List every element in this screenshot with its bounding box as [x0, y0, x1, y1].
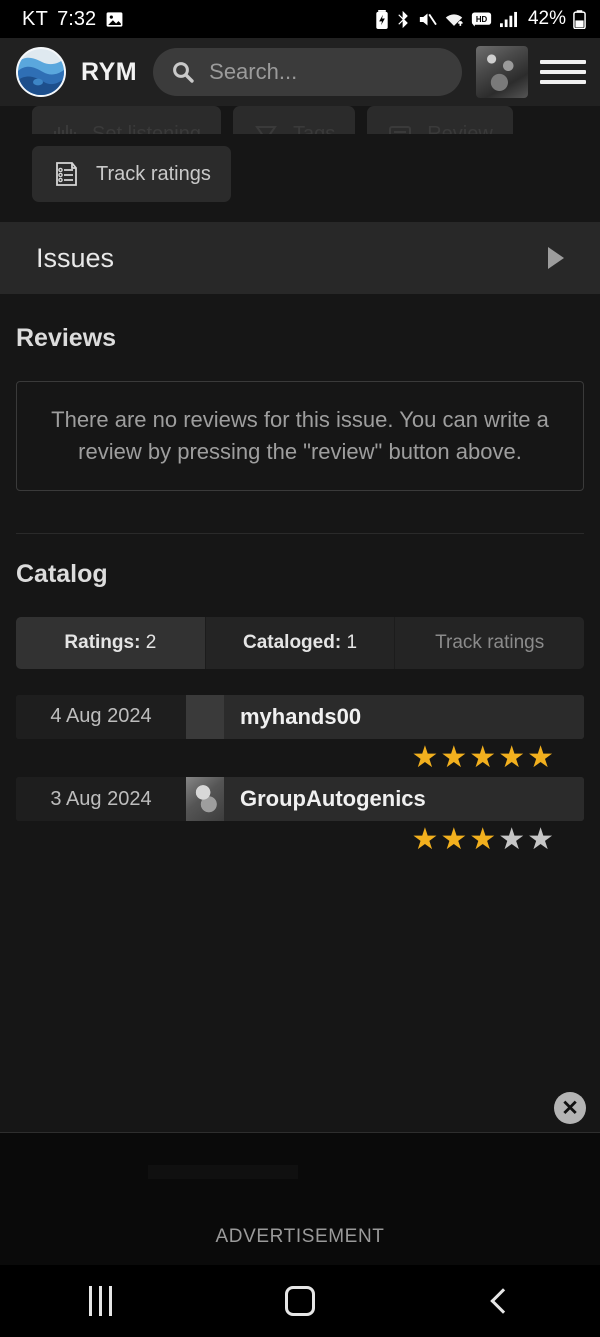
ad-close-button[interactable]: ✕	[554, 1092, 586, 1124]
star-icon: ★	[469, 823, 497, 857]
search-bar[interactable]: Search...	[153, 48, 462, 96]
star-icon: ★	[527, 823, 554, 857]
status-bar-right: HD 42%	[375, 8, 586, 30]
reviews-section: Reviews There are no reviews for this is…	[0, 294, 600, 534]
star-icon: ★	[469, 740, 497, 774]
set-listening-button[interactable]: Set listening	[32, 106, 221, 134]
battery-icon	[573, 9, 586, 29]
reviews-empty-message: There are no reviews for this issue. You…	[16, 381, 584, 491]
ratings-list: 4 Aug 2024 myhands00 ★ ★ ★ ★ ★ 3 Aug 202…	[16, 694, 584, 856]
reviews-title: Reviews	[16, 324, 117, 352]
tag-icon	[253, 121, 279, 134]
action-buttons-row-clipped: Set listening Tags Review	[0, 106, 600, 134]
catalog-title: Catalog	[16, 559, 108, 588]
mute-icon	[418, 11, 437, 28]
recents-button[interactable]	[0, 1286, 200, 1316]
issues-row[interactable]: Issues	[0, 222, 600, 294]
avatar	[186, 694, 224, 739]
rating-username[interactable]: GroupAutogenics	[240, 786, 426, 812]
brand-label: RYM	[81, 57, 138, 86]
tags-button[interactable]: Tags	[232, 106, 356, 135]
user-avatar[interactable]	[476, 46, 528, 98]
catalog-section: Catalog Ratings: 2 Cataloged: 1 Track ra…	[0, 534, 600, 856]
status-bar-left: KT 7:32	[22, 8, 124, 31]
rating-stars: ★ ★ ★ ★ ★	[16, 739, 584, 774]
ad-content-placeholder	[148, 1165, 298, 1235]
rym-logo[interactable]	[16, 47, 66, 97]
back-icon	[490, 1288, 516, 1314]
tab-ratings-count: 2	[145, 631, 157, 653]
rating-user-cell[interactable]: GroupAutogenics	[186, 777, 584, 822]
advertisement-banner[interactable]: ADVERTISEMENT	[0, 1132, 600, 1265]
tags-label: Tags	[292, 122, 336, 135]
star-icon: ★	[411, 740, 439, 774]
issues-label: Issues	[36, 242, 115, 273]
review-label: Review	[427, 122, 493, 135]
action-buttons-row: Track ratings	[0, 134, 600, 222]
rating-username[interactable]: myhands00	[240, 704, 361, 730]
note-icon	[387, 121, 413, 134]
star-icon: ★	[440, 823, 468, 857]
tab-ratings-label: Ratings:	[64, 631, 141, 653]
battery-percent-label: 42%	[527, 8, 566, 29]
chevron-right-icon	[548, 247, 564, 269]
bluetooth-icon	[396, 10, 411, 29]
review-button[interactable]: Review	[367, 106, 513, 134]
search-input[interactable]: Search...	[209, 59, 297, 85]
clock-label: 7:32	[57, 7, 97, 30]
catalog-tabs: Ratings: 2 Cataloged: 1 Track ratings	[16, 616, 584, 669]
star-icon: ★	[498, 740, 526, 774]
recents-icon	[88, 1286, 112, 1316]
wifi-icon	[444, 11, 464, 28]
hamburger-menu-icon[interactable]	[540, 54, 586, 90]
page-content: Set listening Tags Review Track ratings …	[0, 106, 600, 856]
star-icon: ★	[498, 823, 526, 857]
track-ratings-icon	[52, 159, 82, 189]
battery-saver-icon	[375, 9, 389, 29]
table-row: 4 Aug 2024 myhands00 ★ ★ ★ ★ ★	[16, 694, 584, 774]
tab-track-ratings[interactable]: Track ratings	[395, 616, 584, 669]
rating-date: 4 Aug 2024	[16, 694, 186, 739]
rating-user-cell[interactable]: myhands00	[186, 694, 584, 739]
android-nav-bar	[0, 1265, 600, 1337]
status-bar: KT 7:32 HD 42%	[0, 0, 600, 38]
hd-icon: HD	[471, 11, 492, 28]
table-row: 3 Aug 2024 GroupAutogenics ★ ★ ★ ★ ★	[16, 777, 584, 856]
tab-cataloged-count: 1	[346, 631, 358, 653]
rating-date: 3 Aug 2024	[16, 777, 186, 822]
waveform-icon	[52, 121, 78, 134]
search-icon	[171, 60, 195, 84]
set-listening-label: Set listening	[92, 122, 201, 135]
back-button[interactable]	[400, 1288, 600, 1314]
app-header: RYM Search...	[0, 38, 600, 106]
image-icon	[105, 10, 124, 29]
tab-track-ratings-label: Track ratings	[435, 631, 545, 653]
home-icon	[285, 1286, 315, 1316]
avatar	[186, 777, 224, 822]
carrier-label: KT	[22, 7, 49, 30]
phone-screen: KT 7:32 HD 42% RYM Search... Set listeni…	[0, 0, 600, 1337]
home-button[interactable]	[200, 1286, 400, 1316]
signal-bars-icon	[499, 11, 518, 28]
track-ratings-button[interactable]: Track ratings	[32, 146, 231, 202]
tab-ratings[interactable]: Ratings: 2	[16, 616, 206, 669]
star-icon: ★	[440, 740, 468, 774]
track-ratings-label: Track ratings	[96, 162, 211, 185]
star-icon: ★	[527, 740, 554, 774]
svg-text:HD: HD	[476, 15, 488, 24]
tab-cataloged-label: Cataloged:	[242, 631, 342, 653]
rating-stars: ★ ★ ★ ★ ★	[16, 821, 584, 856]
tab-cataloged[interactable]: Cataloged: 1	[206, 616, 396, 669]
advertisement-label: ADVERTISEMENT	[215, 1226, 385, 1247]
star-icon: ★	[411, 823, 439, 857]
